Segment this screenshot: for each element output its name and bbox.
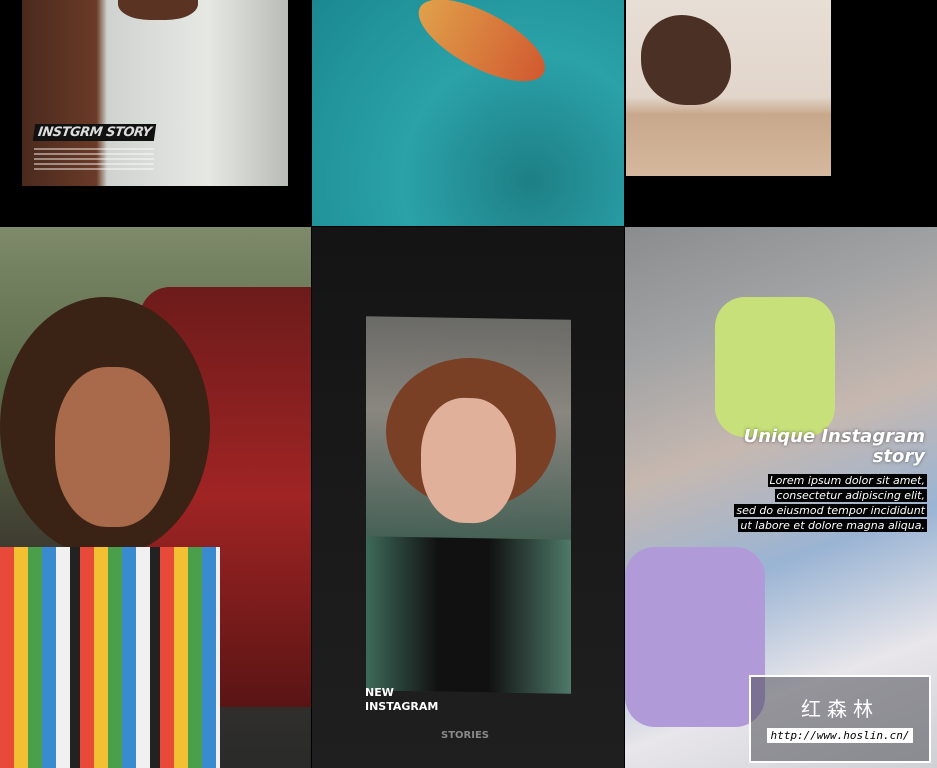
body-line: sed do eiusmod tempor incididunt [734,504,927,517]
striped-dress [0,547,220,768]
watermark: 红森林 http://www.hoslin.cn/ [749,675,931,763]
placeholder-text-lines [34,148,154,172]
panel-friends-group: Unique Instagram story Lorem ipsum dolor… [625,227,937,768]
headline: NEW INSTAGRAM [365,686,439,713]
panel-surfer-water [312,0,624,226]
body-line: Lorem ipsum dolor sit amet, [767,474,927,487]
watermark-url: http://www.hoslin.cn/ [767,728,913,743]
person-purple-shirt [625,547,765,727]
story-title: Unique Instagram story [743,426,925,467]
body-line: ut labore et dolore magna aliqua. [738,519,927,532]
story-body: Lorem ipsum dolor sit amet, consectetur … [734,473,927,533]
stories-label: STORIES [441,730,489,741]
surfboard [407,0,557,98]
person-green-shirt [715,297,835,437]
face [55,367,170,527]
panel-woman-white-shirt: INSTGRM STORY [0,0,311,226]
photo-beach-dog [626,0,831,176]
body-line: consectetur adipiscing elit, [774,489,927,502]
watermark-name: 红森林 [801,697,879,721]
panel-beach-dog [625,0,937,226]
panel-woman-curly-hair [0,227,311,768]
panel-new-instagram-stories: NEW INSTAGRAM STORIES [312,227,624,768]
photo-woman-portrait [366,316,571,694]
story-tag: INSTGRM STORY [32,124,157,141]
